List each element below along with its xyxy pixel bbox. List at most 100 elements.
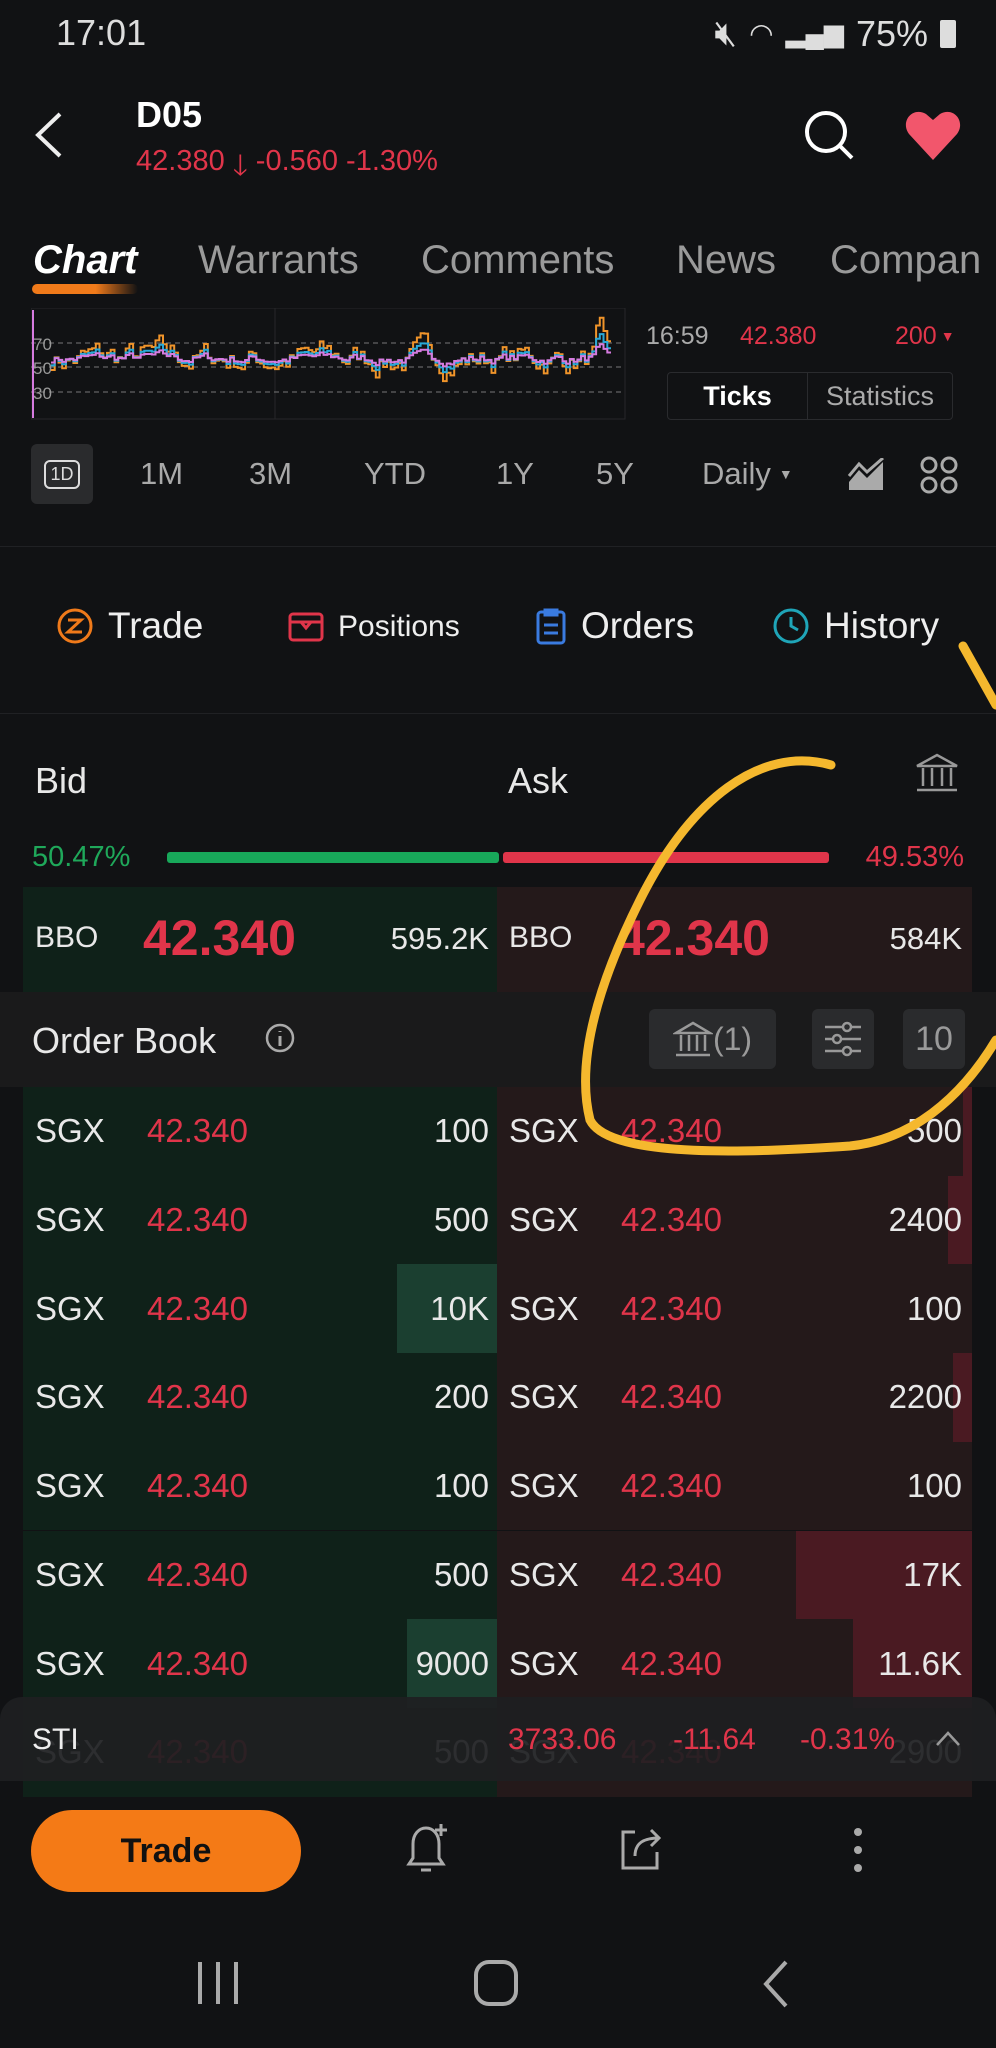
- mini-chart[interactable]: 70 50 30: [31, 308, 626, 420]
- bid-level: SGX 42.340 9000: [23, 1619, 497, 1708]
- quick-tab-positions[interactable]: Positions: [288, 610, 460, 644]
- chevron-up-icon[interactable]: [935, 1729, 961, 1747]
- period-3m[interactable]: 3M: [249, 456, 292, 492]
- system-back-icon[interactable]: [760, 1958, 790, 2010]
- bid-price: 42.340: [147, 1378, 248, 1416]
- ticks-statistics-toggle: Ticks Statistics: [667, 372, 953, 420]
- exchange-icon[interactable]: [914, 752, 960, 794]
- exchange-icon: [672, 1021, 713, 1057]
- bid-size: 10K: [430, 1289, 489, 1327]
- ask-size: 100: [906, 1467, 962, 1505]
- level-label-70: 70: [33, 335, 52, 354]
- tab-news[interactable]: News: [676, 238, 776, 283]
- tab-ticks[interactable]: Ticks: [668, 373, 808, 419]
- divider: [0, 713, 996, 714]
- period-1m[interactable]: 1M: [140, 456, 183, 492]
- period-5y[interactable]: 5Y: [596, 456, 634, 492]
- ask-level: SGX 42.340 2400: [497, 1175, 972, 1265]
- order-book-row: SGX 42.340 500 SGX 42.340 17K: [23, 1530, 972, 1620]
- ask-size: 17K: [903, 1555, 962, 1593]
- interval-dropdown[interactable]: Daily ▼: [702, 456, 793, 492]
- status-bar: 17:01 🔇︎ ◠ ▂▄▆ 75%: [0, 10, 996, 54]
- bid-level: SGX 42.340 200: [23, 1353, 497, 1442]
- ask-price: 42.340: [621, 1467, 722, 1505]
- bid-level: SGX 42.340 100: [23, 1087, 497, 1176]
- ask-exchange: SGX: [509, 1378, 579, 1416]
- tab-company[interactable]: Compan: [830, 238, 996, 283]
- quick-tab-history[interactable]: History: [772, 605, 939, 647]
- tick-price: 42.380: [740, 322, 817, 350]
- search-icon[interactable]: [802, 108, 856, 162]
- battery-icon: [940, 19, 956, 48]
- ask-price: 42.340: [621, 1644, 722, 1682]
- ask-size: 100: [906, 1289, 962, 1327]
- quick-tab-orders[interactable]: Orders: [535, 605, 694, 647]
- tab-warrants[interactable]: Warrants: [198, 238, 359, 283]
- order-book-row: SGX 42.340 100 SGX 42.340 100: [23, 1441, 972, 1531]
- bid-size: 500: [433, 1201, 489, 1239]
- tick-volume-dropdown[interactable]: 200 ▼: [895, 322, 955, 351]
- bid-exchange: SGX: [35, 1378, 105, 1416]
- bid-price: 42.340: [147, 1644, 248, 1682]
- ask-size: 11.6K: [878, 1644, 962, 1682]
- more-options-icon[interactable]: [848, 1826, 868, 1874]
- bid-bbo: BBO 42.340 595.2K: [23, 887, 497, 992]
- bid-exchange: SGX: [35, 1289, 105, 1327]
- wifi-icon: ◠: [749, 18, 774, 49]
- tab-statistics[interactable]: Statistics: [808, 373, 952, 419]
- ask-exchange: SGX: [509, 1555, 579, 1593]
- caret-down-icon: ▼: [778, 466, 793, 482]
- price-change-pct: -1.30%: [346, 145, 438, 177]
- add-alert-bell-icon[interactable]: [403, 1820, 453, 1876]
- quick-tab-label: Orders: [581, 605, 695, 646]
- favorite-heart-icon[interactable]: [904, 108, 962, 162]
- sliders-icon: [825, 1021, 861, 1057]
- info-icon[interactable]: [264, 1022, 296, 1054]
- period-1d-button[interactable]: 1D: [31, 444, 93, 504]
- bid-label: Bid: [35, 760, 88, 801]
- order-book-row: SGX 42.340 200 SGX 42.340 2200: [23, 1353, 972, 1442]
- bid-bbo-price: 42.340: [143, 910, 296, 966]
- quick-tab-trade[interactable]: Trade: [56, 605, 203, 647]
- chart-type-icon[interactable]: [847, 458, 885, 492]
- ask-level: SGX 42.340 100: [497, 1264, 972, 1354]
- period-ytd[interactable]: YTD: [364, 456, 426, 492]
- index-change: -11.64: [673, 1723, 756, 1756]
- ask-size: 500: [906, 1112, 962, 1150]
- bid-price: 42.340: [147, 1289, 248, 1327]
- ask-price: 42.340: [621, 1289, 722, 1327]
- ask-bbo: BBO 42.340 584K: [497, 887, 972, 992]
- home-icon[interactable]: [472, 1958, 520, 2008]
- tab-chart[interactable]: Chart: [33, 238, 137, 283]
- settings-sliders-button[interactable]: [812, 1009, 874, 1069]
- broker-count: (1): [712, 1020, 753, 1057]
- divider: [0, 546, 996, 547]
- ask-price: 42.340: [621, 1201, 722, 1239]
- back-icon[interactable]: [30, 110, 66, 160]
- depth-selector-button[interactable]: 10: [903, 1009, 965, 1069]
- period-1y[interactable]: 1Y: [496, 456, 534, 492]
- active-tab-indicator: [32, 284, 138, 294]
- bid-ratio: 50.47%: [32, 841, 131, 873]
- broker-filter-button[interactable]: (1): [649, 1009, 776, 1069]
- bid-exchange: SGX: [35, 1555, 105, 1593]
- trade-button[interactable]: Trade: [31, 1810, 301, 1892]
- battery-text: 75%: [855, 12, 928, 54]
- ask-level: SGX 42.340 100: [497, 1441, 972, 1531]
- grid-layout-icon[interactable]: [920, 456, 958, 494]
- level-label-50: 50: [33, 359, 52, 378]
- quick-tab-label: Trade: [108, 605, 204, 646]
- ask-bbo-price: 42.340: [617, 910, 770, 966]
- tab-comments[interactable]: Comments: [421, 238, 614, 283]
- ask-exchange: SGX: [509, 1289, 579, 1327]
- order-book-row: SGX 42.340 9000 SGX 42.340 11.6K: [23, 1619, 972, 1708]
- ask-exchange: SGX: [509, 1644, 579, 1682]
- index-ticker-bar[interactable]: STI 3733.06 -11.64 -0.31%: [0, 1697, 996, 1781]
- share-icon[interactable]: [617, 1822, 665, 1874]
- bid-ratio-fill: [167, 852, 500, 863]
- arrow-down-icon: 🡓: [232, 150, 248, 182]
- recent-apps-icon[interactable]: [196, 1960, 240, 2006]
- ask-size: 2400: [888, 1201, 962, 1239]
- bid-bbo-size: 595.2K: [390, 921, 489, 956]
- ask-ratio-fill: [503, 852, 829, 863]
